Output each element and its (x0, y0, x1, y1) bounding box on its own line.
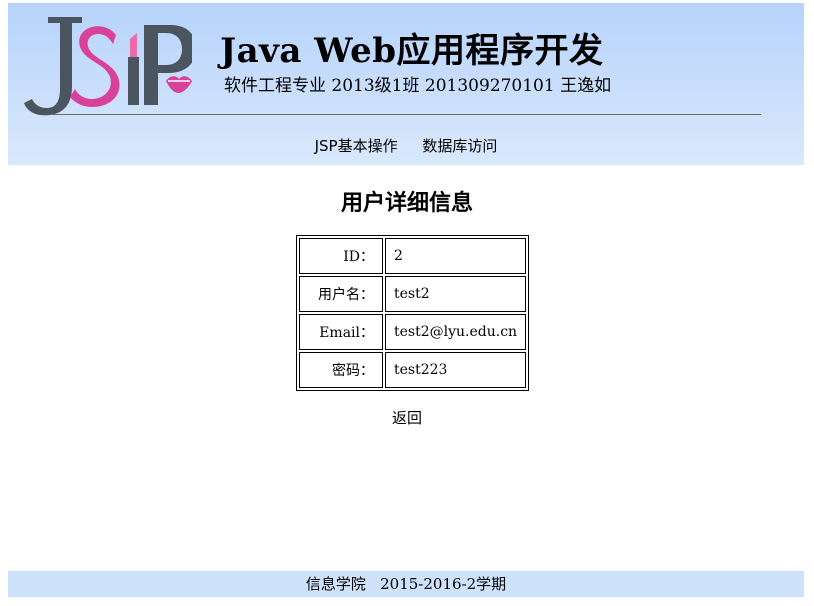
table-row: Email： test2@lyu.edu.cn (299, 314, 527, 350)
header-divider (52, 114, 761, 115)
table-row: 用户名： test2 (299, 276, 527, 312)
email-value: test2@lyu.edu.cn (385, 314, 527, 350)
page-title: 用户详细信息 (340, 190, 473, 216)
email-label: Email： (299, 314, 383, 350)
id-label: ID： (299, 238, 383, 274)
back-link-container: 返回 (0, 407, 814, 428)
user-detail-table: ID： 2 用户名： test2 Email： test2@lyu.edu.cn… (296, 235, 530, 391)
back-link[interactable]: 返回 (392, 409, 422, 427)
site-title: Java Web应用程序开发 (220, 31, 604, 71)
site-subtitle: 软件工程专业 2013级1班 201309270101 王逸如 (224, 76, 612, 96)
nav-database-access[interactable]: 数据库访问 (422, 137, 497, 155)
table-row: ID： 2 (299, 238, 527, 274)
username-label: 用户名： (299, 276, 383, 312)
password-label: 密码： (299, 352, 383, 388)
footer-text: 信息学院 2015-2016-2学期 (305, 575, 507, 593)
nav-jsp-basics[interactable]: JSP基本操作 (315, 137, 398, 155)
footer: 信息学院 2015-2016-2学期 (8, 571, 804, 597)
header-banner: Java Web应用程序开发 软件工程专业 2013级1班 2013092701… (8, 3, 804, 165)
table-row: 密码： test223 (299, 352, 527, 388)
main-nav: JSP基本操作 数据库访问 (8, 135, 804, 156)
password-value: test223 (385, 352, 527, 388)
username-value: test2 (385, 276, 527, 312)
jsp-logo (24, 17, 192, 116)
id-value: 2 (385, 238, 527, 274)
